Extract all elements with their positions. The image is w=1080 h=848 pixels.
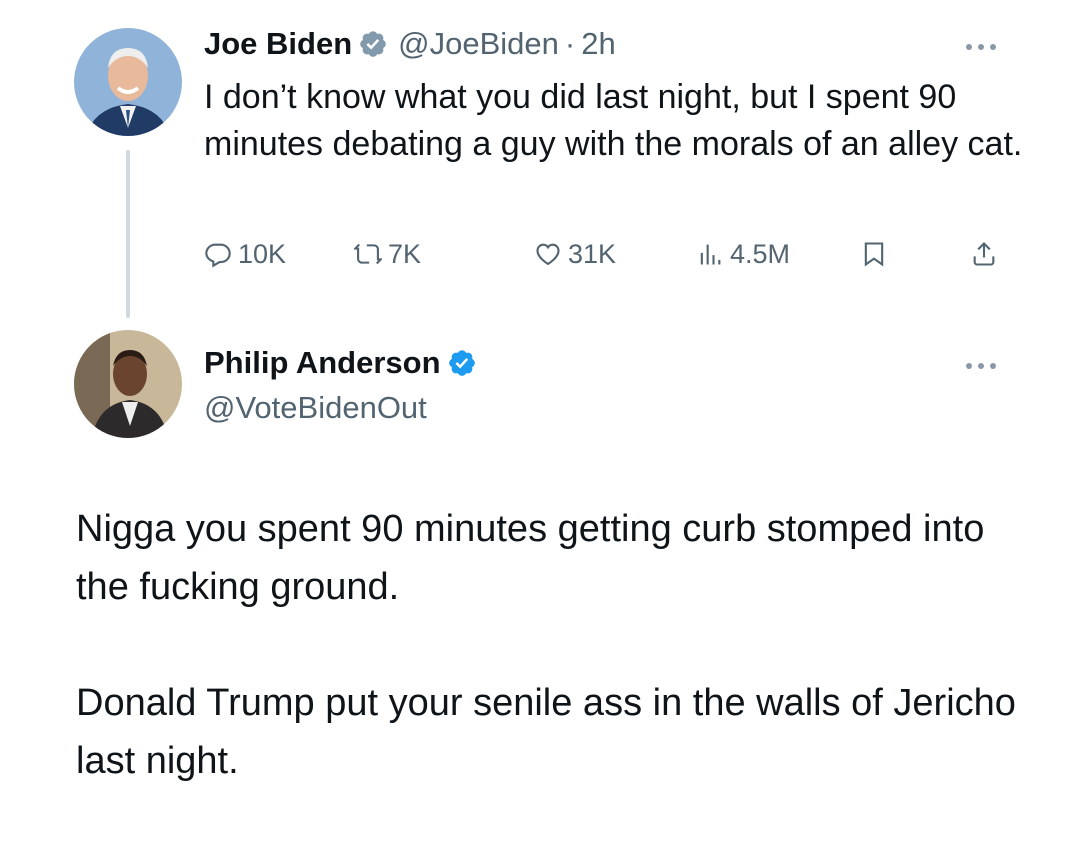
like-icon [536, 243, 560, 266]
reply-text: Nigga you spent 90 minutes getting curb … [76, 500, 1036, 848]
tweet-actions: 10K 7K 31K 4.5M [204, 232, 1004, 276]
repost-button[interactable]: 7K [354, 232, 421, 276]
share-icon [973, 242, 995, 266]
repost-icon [354, 243, 382, 265]
verified-icon [358, 29, 388, 59]
avatar-philip-anderson[interactable] [74, 330, 182, 438]
reply-count: 10K [238, 238, 287, 269]
reply-button[interactable]: 10K [204, 232, 286, 276]
thread-connector-line [126, 150, 130, 318]
tweet-timestamp[interactable]: 2h [581, 26, 615, 62]
author-handle[interactable]: @JoeBiden [398, 26, 559, 62]
repost-count: 7K [388, 238, 422, 269]
tweet-header: Joe Biden @JoeBiden · 2h [204, 22, 616, 66]
separator-dot: · [564, 26, 576, 61]
views-button[interactable]: 4.5M [696, 232, 790, 276]
tweet-text: I don’t know what you did last night, bu… [204, 78, 1023, 163]
views-count: 4.5M [730, 238, 791, 269]
like-button[interactable]: 31K [534, 232, 616, 276]
more-icon[interactable] [966, 44, 996, 50]
reply-author-row: Philip Anderson [204, 340, 477, 386]
reply-paragraph: Nigga you spent 90 minutes getting curb … [76, 508, 985, 608]
avatar-joe-biden[interactable] [74, 28, 182, 136]
bookmark-button[interactable] [860, 232, 894, 276]
reply-author-handle[interactable]: @VoteBidenOut [204, 386, 427, 430]
verified-icon [447, 348, 477, 378]
reply-author-name[interactable]: Philip Anderson [204, 345, 441, 381]
like-count: 31K [568, 238, 617, 269]
author-name[interactable]: Joe Biden [204, 26, 352, 62]
more-icon[interactable] [966, 363, 996, 369]
views-icon [700, 244, 721, 265]
share-button[interactable] [970, 232, 1004, 276]
reply-paragraph: Donald Trump put your senile ass in the … [76, 682, 1016, 782]
reply-icon [205, 243, 231, 268]
bookmark-icon [864, 242, 884, 267]
